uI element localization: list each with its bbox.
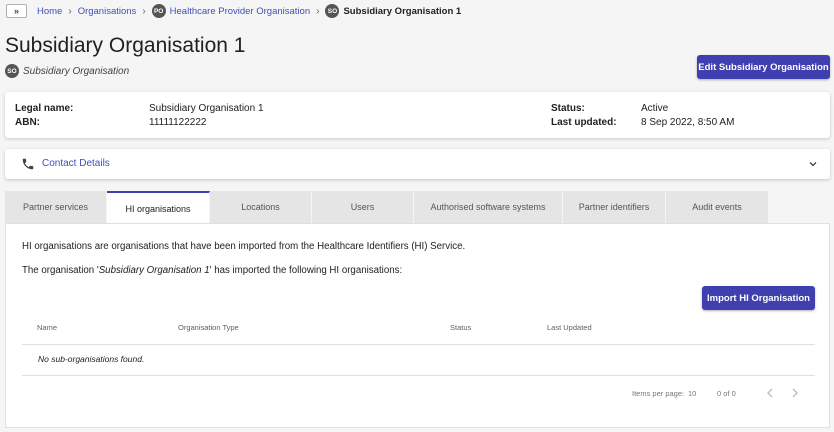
tab-users[interactable]: Users — [312, 191, 414, 223]
contact-details-title[interactable]: Contact Details — [42, 158, 110, 169]
breadcrumb-current: Subsidiary Organisation 1 — [343, 5, 462, 17]
org-summary-card: Legal name: Subsidiary Organisation 1 AB… — [5, 92, 830, 138]
legal-name-label: Legal name: — [15, 103, 74, 114]
abn-label: ABN: — [15, 117, 40, 128]
breadcrumb-parent-org[interactable]: Healthcare Provider Organisation — [170, 6, 310, 17]
empty-table-message: No sub-organisations found. — [38, 354, 145, 364]
chevron-right-icon: › — [316, 5, 320, 17]
status-value: Active — [641, 103, 669, 114]
breadcrumb: » Home › Organisations › PO Healthcare P… — [6, 2, 461, 20]
next-page-icon[interactable] — [790, 387, 800, 399]
column-header-last-updated[interactable]: Last Updated — [547, 323, 592, 332]
import-hi-organisation-button[interactable]: Import HI Organisation — [702, 286, 815, 310]
items-per-page-label: Items per page: — [632, 389, 685, 398]
current-org-avatar: SO — [325, 4, 340, 18]
legal-name-value: Subsidiary Organisation 1 — [149, 103, 264, 114]
column-header-org-type[interactable]: Organisation Type — [178, 323, 239, 332]
tab-hi-organisations[interactable]: HI organisations — [107, 191, 210, 224]
last-updated-value: 8 Sep 2022, 8:50 AM — [641, 117, 735, 128]
imported-description: The organisation 'Subsidiary Organisatio… — [22, 265, 403, 276]
tab-partner-identifiers[interactable]: Partner identifiers — [563, 191, 666, 223]
tab-audit-events[interactable]: Audit events — [666, 191, 769, 223]
org-type: SO Subsidiary Organisation — [5, 64, 129, 78]
org-type-label: Subsidiary Organisation — [23, 65, 130, 77]
tab-locations[interactable]: Locations — [210, 191, 312, 223]
page-range: 0 of 0 — [717, 389, 736, 398]
previous-page-icon[interactable] — [765, 387, 775, 399]
phone-icon — [22, 158, 34, 170]
org-name-italic: Subsidiary Organisation 1 — [98, 265, 210, 276]
column-header-status[interactable]: Status — [450, 323, 471, 332]
breadcrumb-organisations[interactable]: Organisations — [78, 6, 137, 17]
intro-text: HI organisations are organisations that … — [22, 241, 466, 252]
divider — [22, 344, 815, 345]
divider — [22, 375, 815, 376]
org-avatar: SO — [5, 64, 19, 78]
tab-bar: Partner services HI organisations Locati… — [5, 191, 769, 224]
abn-value: 11111122222 — [149, 117, 207, 128]
page-title: Subsidiary Organisation 1 — [5, 34, 246, 57]
hi-organisations-panel: HI organisations are organisations that … — [5, 223, 830, 428]
column-header-name[interactable]: Name — [37, 323, 57, 332]
tab-partner-services[interactable]: Partner services — [5, 191, 107, 223]
expand-sidebar-button[interactable]: » — [6, 4, 27, 18]
chevron-down-icon[interactable] — [808, 159, 818, 169]
breadcrumb-home[interactable]: Home — [37, 6, 62, 17]
items-per-page-select[interactable]: 10 — [688, 389, 696, 398]
chevron-right-icon: › — [68, 5, 72, 17]
tab-authorised-software[interactable]: Authorised software systems — [414, 191, 563, 223]
last-updated-label: Last updated: — [551, 117, 617, 128]
chevron-right-icon: › — [142, 5, 146, 17]
edit-subsidiary-button[interactable]: Edit Subsidiary Organisation — [697, 55, 830, 79]
contact-details-panel[interactable]: Contact Details — [5, 149, 830, 179]
status-label: Status: — [551, 103, 585, 114]
parent-org-avatar: PO — [151, 4, 166, 18]
